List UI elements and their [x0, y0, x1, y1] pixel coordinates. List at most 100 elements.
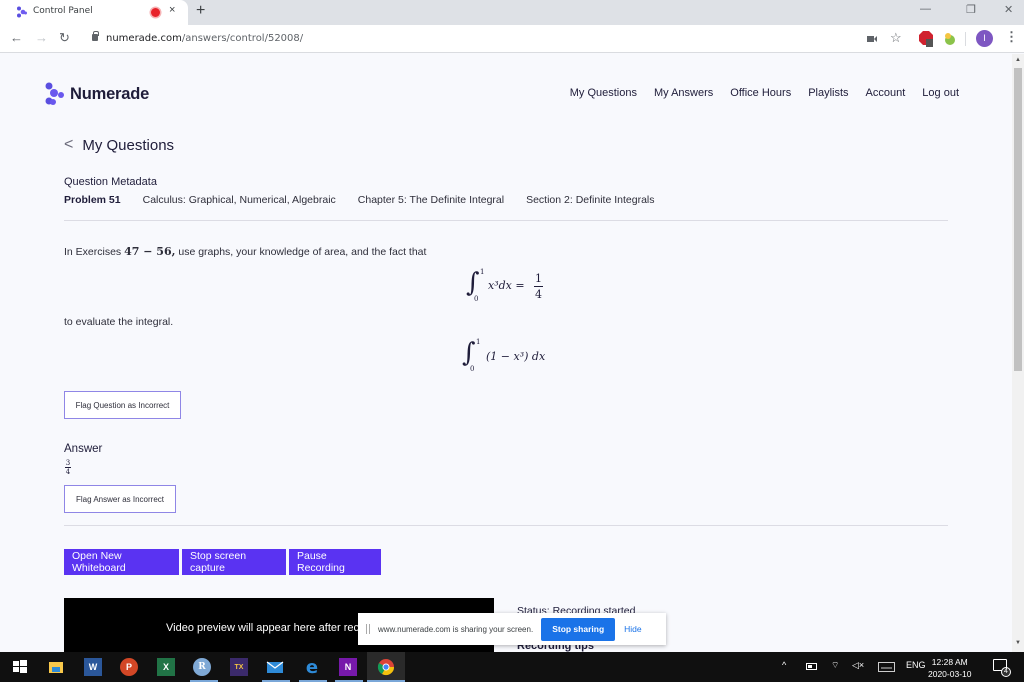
result-fraction: 1 4	[534, 272, 543, 301]
problem-number: Problem 51	[64, 194, 121, 206]
question-intro: In Exercises 47 − 56, use graphs, your k…	[64, 245, 426, 258]
nav-account[interactable]: Account	[866, 87, 906, 99]
section-title: Section 2: Definite Integrals	[526, 194, 655, 206]
forward-arrow-icon[interactable]: →	[35, 30, 48, 45]
flag-question-button[interactable]: Flag Question as Incorrect	[64, 391, 181, 419]
minimize-icon[interactable]: —	[920, 3, 931, 15]
window-close-icon[interactable]: ✕	[1004, 3, 1013, 16]
tab-close-icon[interactable]: ×	[169, 4, 175, 16]
page-content: Numerade My Questions My Answers Office …	[0, 54, 1012, 652]
lower-limit: 0	[474, 295, 479, 303]
parrot-extension-icon[interactable]	[943, 32, 957, 46]
volume-muted-icon[interactable]: ◁×	[852, 660, 864, 671]
back-arrow-icon[interactable]: ←	[10, 30, 23, 45]
screen-share-banner: www.numerade.com is sharing your screen.…	[358, 613, 666, 645]
notification-count: 4	[1001, 667, 1011, 677]
reload-icon[interactable]: ↻	[59, 30, 70, 46]
word-icon[interactable]: W	[84, 658, 102, 676]
onenote-icon[interactable]: N	[339, 658, 357, 676]
windows-taskbar: W P X R TX e N ^ ⌔ ◁× ENG 12:28 AM 2020-…	[0, 652, 1024, 682]
scrollbar-thumb[interactable]	[1014, 68, 1022, 371]
chrome-icon[interactable]	[377, 658, 395, 676]
divider	[64, 220, 948, 221]
fraction-bar	[534, 286, 543, 287]
hide-banner-button[interactable]: Hide	[624, 624, 641, 634]
stop-screen-capture-button[interactable]: Stop screen capture	[182, 549, 286, 575]
texstudio-icon[interactable]: TX	[230, 658, 248, 676]
file-explorer-icon[interactable]	[47, 658, 65, 676]
numerade-favicon-icon	[17, 6, 27, 18]
nav-office-hours[interactable]: Office Hours	[730, 87, 791, 99]
tab-title: Control Panel	[33, 6, 93, 16]
clock-date: 2020-03-10	[928, 669, 972, 679]
drag-handle-icon[interactable]	[366, 624, 370, 634]
open-whiteboard-button[interactable]: Open New Whiteboard	[64, 549, 179, 575]
excel-icon[interactable]: X	[157, 658, 175, 676]
scroll-down-icon[interactable]: ▼	[1015, 640, 1021, 646]
integrand: (1 − x³) dx	[486, 350, 546, 363]
exercise-range: 47 − 56,	[124, 245, 176, 258]
book-title: Calculus: Graphical, Numerical, Algebrai…	[142, 194, 336, 206]
url-field[interactable]: numerade.com/answers/control/52008/	[106, 33, 303, 44]
integrand: x³dx =	[488, 279, 525, 292]
upper-limit: 1	[476, 338, 481, 346]
answer-heading: Answer	[64, 443, 103, 455]
camera-icon[interactable]	[867, 35, 877, 43]
browser-tab[interactable]: Control Panel ×	[0, 0, 188, 25]
denominator: 4	[535, 288, 542, 301]
answer-fraction: 3 4	[64, 459, 72, 476]
stop-sharing-button[interactable]: Stop sharing	[541, 617, 616, 641]
toolbar-divider	[965, 32, 966, 46]
language-indicator[interactable]: ENG	[906, 660, 926, 670]
mail-icon[interactable]	[266, 658, 284, 676]
intro-text-cont: use graphs, your knowledge of area, and …	[175, 246, 427, 258]
adblock-extension-icon[interactable]	[919, 31, 935, 47]
share-message: www.numerade.com is sharing your screen.	[378, 624, 534, 634]
lower-limit: 0	[470, 365, 475, 373]
battery-icon[interactable]	[806, 663, 818, 670]
nav-my-answers[interactable]: My Answers	[654, 87, 713, 99]
chevron-left-icon: <	[64, 136, 74, 153]
nav-playlists[interactable]: Playlists	[808, 87, 848, 99]
edge-icon[interactable]: e	[303, 657, 321, 678]
chapter-title: Chapter 5: The Definite Integral	[357, 194, 505, 206]
metadata-row: Problem 51 Calculus: Graphical, Numerica…	[64, 194, 655, 206]
answer-numerator: 3	[65, 459, 71, 467]
recording-indicator-icon	[151, 8, 160, 17]
target-integral: ∫ 1 0 (1 − x³) dx	[462, 338, 562, 374]
nav-log-out[interactable]: Log out	[922, 87, 959, 99]
windows-start-icon[interactable]	[11, 658, 29, 676]
back-label: My Questions	[82, 136, 175, 154]
flag-answer-button[interactable]: Flag Answer as Incorrect	[64, 485, 176, 513]
address-bar-row: ← → ↻ numerade.com/answers/control/52008…	[0, 25, 1024, 53]
recording-actions: Open New Whiteboard Stop screen capture …	[64, 549, 381, 575]
intro-text: In Exercises	[64, 246, 125, 258]
brand-name: Numerade	[70, 84, 150, 103]
browser-tab-bar: Control Panel × + — ❐ ✕	[0, 0, 1024, 25]
restore-icon[interactable]: ❐	[966, 3, 976, 16]
scroll-up-icon[interactable]: ▲	[1015, 57, 1021, 63]
metadata-heading: Question Metadata	[64, 176, 157, 188]
keyboard-icon[interactable]	[878, 662, 895, 672]
video-placeholder-text: Video preview will appear here after rec…	[166, 622, 390, 634]
powerpoint-icon[interactable]: P	[120, 658, 138, 676]
tray-overflow-icon[interactable]: ^	[782, 660, 786, 670]
answer-denominator: 4	[65, 468, 71, 476]
numerade-logo[interactable]: Numerade	[44, 82, 149, 106]
nav-my-questions[interactable]: My Questions	[570, 87, 637, 99]
back-to-my-questions[interactable]: < My Questions	[64, 136, 174, 154]
page-scrollbar[interactable]: ▲ ▼	[1012, 54, 1024, 652]
url-path: /answers/control/52008/	[181, 33, 304, 44]
profile-avatar[interactable]: I	[976, 30, 993, 47]
wifi-icon[interactable]: ⌔	[831, 660, 839, 671]
pause-recording-button[interactable]: Pause Recording	[289, 549, 381, 575]
divider	[64, 525, 948, 526]
clock[interactable]: 12:28 AM 2020-03-10	[928, 656, 971, 680]
integral-sign: ∫	[462, 338, 476, 368]
chrome-menu-icon[interactable]: ⋮	[1005, 29, 1018, 45]
lock-icon	[92, 31, 99, 41]
main-nav: My Questions My Answers Office Hours Pla…	[570, 87, 959, 99]
new-tab-button[interactable]: +	[196, 2, 205, 20]
r-app-icon[interactable]: R	[193, 658, 211, 676]
bookmark-star-icon[interactable]: ☆	[890, 30, 902, 46]
